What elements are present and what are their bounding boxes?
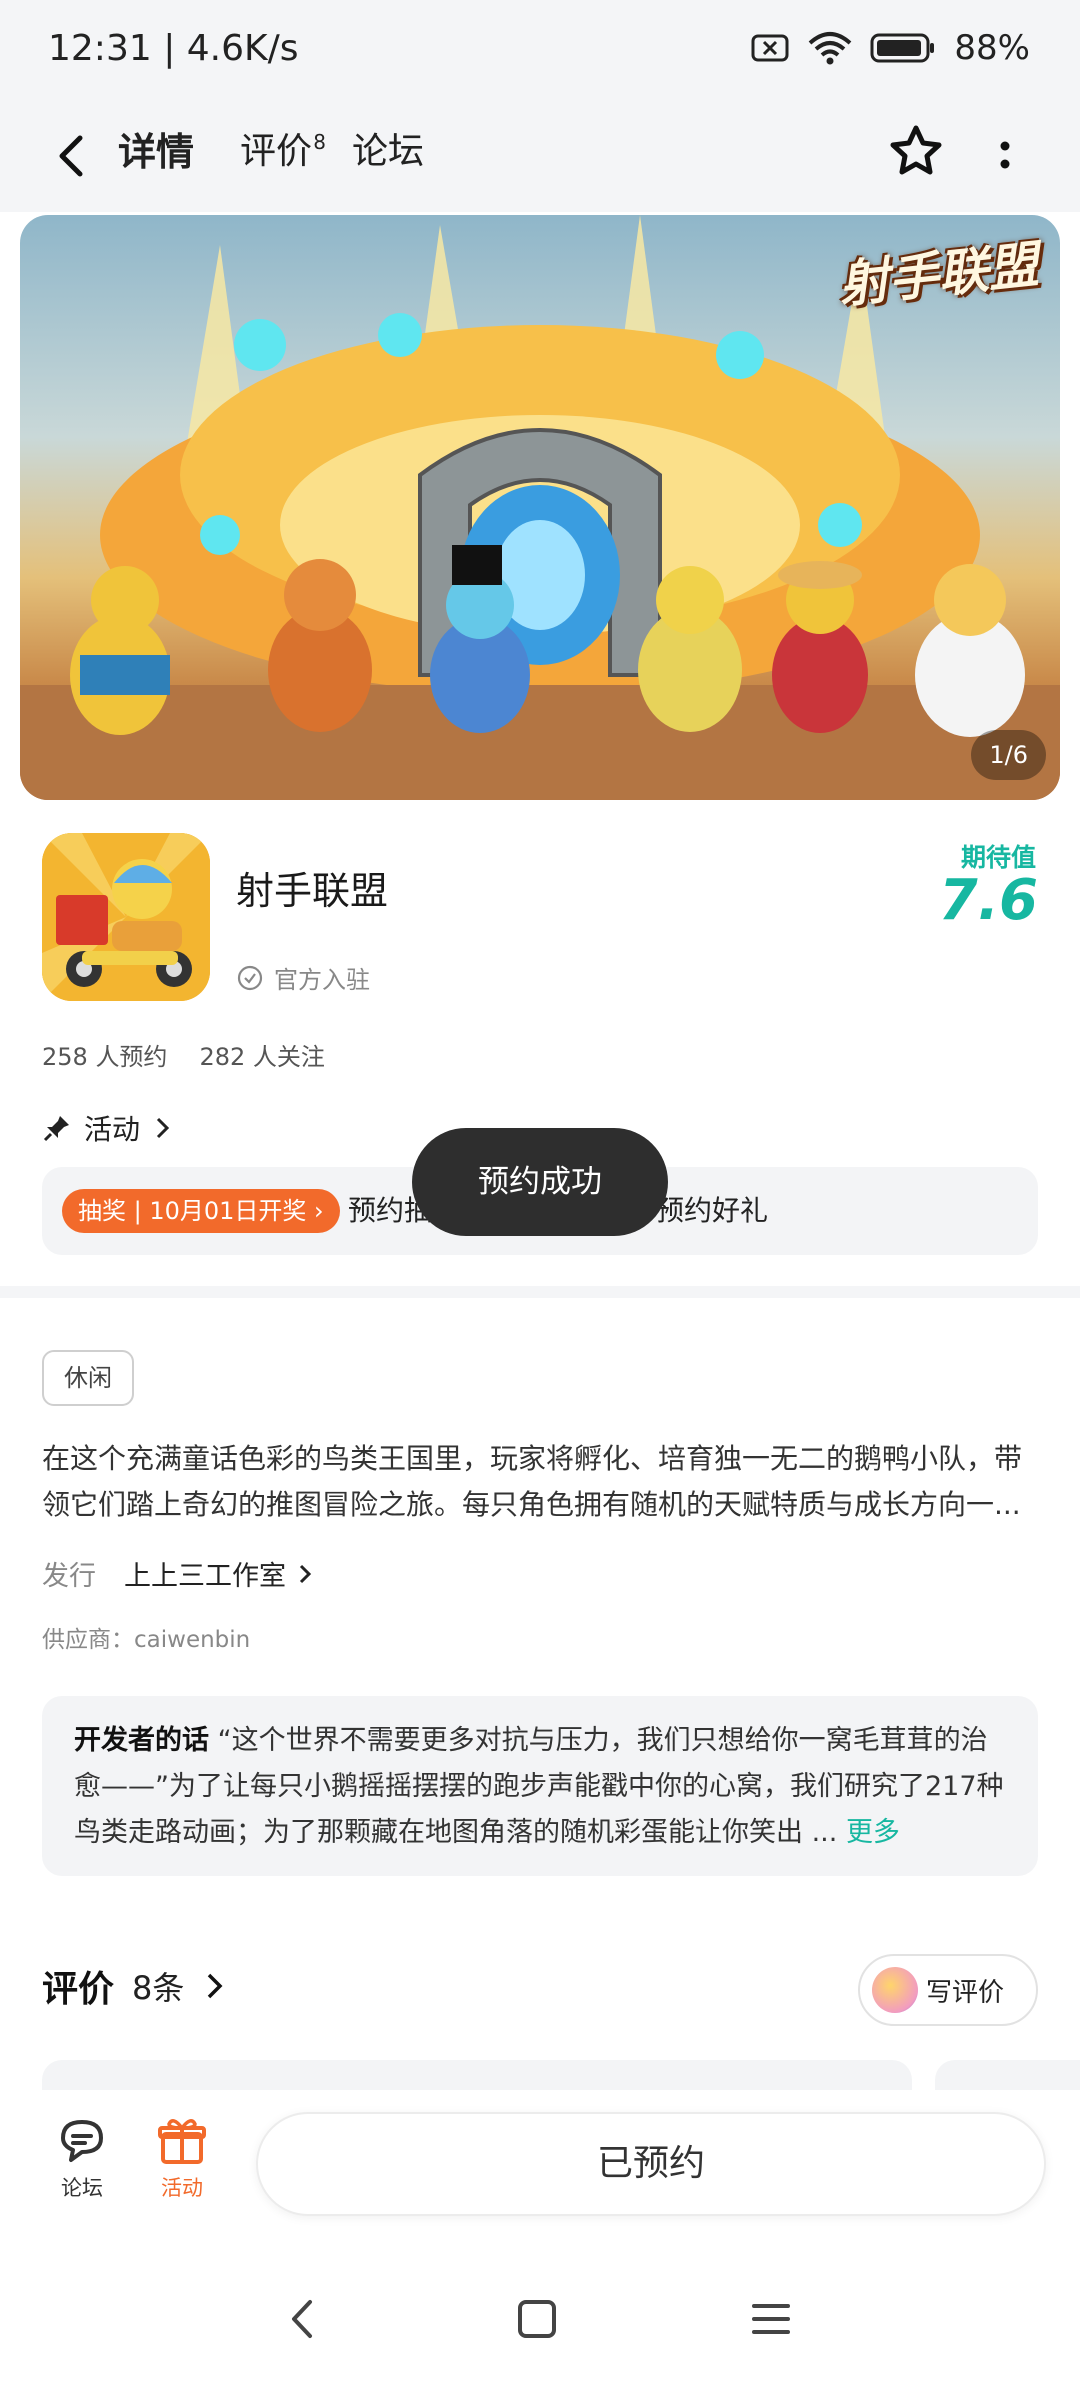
lottery-badge-label: 抽奖 | 10月01日开奖 [78,1197,307,1225]
publisher-link[interactable]: 上上三工作室 [124,1554,314,1593]
top-area: 12:31 | 4.6K/s 88% 详情 评价 8 论坛 [0,0,1080,212]
bottom-action-bar: 论坛 活动 已预约 [0,2090,1080,2240]
publisher-name: 上上三工作室 [124,1561,286,1592]
supplier-info: 供应商：caiwenbin [42,1627,251,1653]
reviews-count: 8条 [132,1969,185,2007]
developer-note-title: 开发者的话 [74,1725,209,1756]
back-arrow-icon [59,135,83,177]
battery-percent: 88% [954,28,1030,68]
back-button[interactable] [44,126,104,186]
publisher-row[interactable]: 发行 上上三工作室 [42,1554,314,1593]
status-time: 12:31 | 4.6K/s [48,28,299,69]
bottom-activity-label: 活动 [161,2176,203,2200]
more-options-button[interactable] [990,126,1020,186]
reviews-title: 评价 [42,1969,115,2010]
app-icon-artwork [42,833,210,1001]
tab-detail-label: 详情 [118,130,195,174]
gift-icon [158,2119,206,2164]
official-badge: 官方入驻 [236,960,370,995]
official-label: 官方入驻 [274,966,370,994]
write-review-button[interactable]: 写评价 [858,1954,1038,2026]
star-icon [890,125,942,175]
follower-count: 282 人关注 [199,1043,325,1071]
verified-check-icon [237,965,263,990]
lottery-badge: 抽奖 | 10月01日开奖 › [62,1189,340,1233]
system-menu-icon[interactable] [746,2294,796,2344]
game-description[interactable]: 在这个充满童话色彩的鸟类王国里，玩家将孵化、培育独一无二的鹅鸭小队，带领它们踏上… [42,1436,1042,1528]
section-divider [0,1286,1080,1298]
tab-review-count: 8 [313,130,327,154]
app-name: 射手联盟 [236,869,389,913]
reviews-section-header[interactable]: 评价 8条 [42,1960,228,2012]
battery-icon [870,32,936,64]
status-bar: 12:31 | 4.6K/s 88% [0,0,1080,100]
forum-chat-icon [61,2120,103,2162]
developer-note-more-link[interactable]: 更多 [846,1817,900,1848]
bottom-forum-label: 论坛 [61,2176,103,2200]
bottom-forum-button[interactable]: 论坛 [42,2116,122,2202]
publisher-label: 发行 [42,1561,96,1592]
reserved-button[interactable]: 已预约 [256,2112,1046,2216]
app-icon [42,833,210,1001]
pin-icon [43,1116,69,1142]
bottom-activity-button[interactable]: 活动 [142,2116,222,2202]
tab-forum[interactable]: 论坛 [352,126,424,186]
wifi-icon [808,31,852,65]
user-avatar [872,1967,918,2013]
reservation-count: 258 人预约 [42,1043,168,1071]
system-back-icon[interactable] [282,2294,322,2344]
chevron-right-icon [156,1117,170,1139]
activity-section-header[interactable]: 活动 [42,1108,174,1148]
tab-review-label: 评价 [240,131,313,172]
chevron-right-icon [299,1564,312,1583]
toast-message: 预约成功 [412,1128,668,1236]
genre-tag[interactable]: 休闲 [42,1350,134,1406]
nav-bar: 详情 评价 8 论坛 [0,100,1080,212]
status-icons: 88% [750,28,1030,68]
favorite-button[interactable] [884,120,948,184]
write-review-label: 写评价 [926,1977,1005,2008]
system-home-icon[interactable] [512,2294,562,2344]
chevron-right-icon [208,1973,223,1999]
app-stats: 258 人预约 282 人关注 [42,1037,325,1072]
tab-review[interactable]: 评价 8 [240,126,326,186]
developer-note-card[interactable]: 开发者的话 “这个世界不需要更多对抗与压力，我们只想给你一窝毛茸茸的治愈——”为… [42,1696,1038,1876]
banner-page-indicator: 1/6 [971,730,1046,780]
more-vertical-icon [1000,141,1010,169]
system-navigation-bar [0,2240,1080,2400]
sim-off-icon [750,32,790,64]
activity-title: 活动 [84,1113,141,1146]
tab-forum-label: 论坛 [352,131,425,172]
expectation-score-value: 7.6 [938,868,1038,933]
media-banner[interactable]: 射手联盟 1/6 [20,215,1060,800]
tab-detail[interactable]: 详情 [114,126,199,186]
